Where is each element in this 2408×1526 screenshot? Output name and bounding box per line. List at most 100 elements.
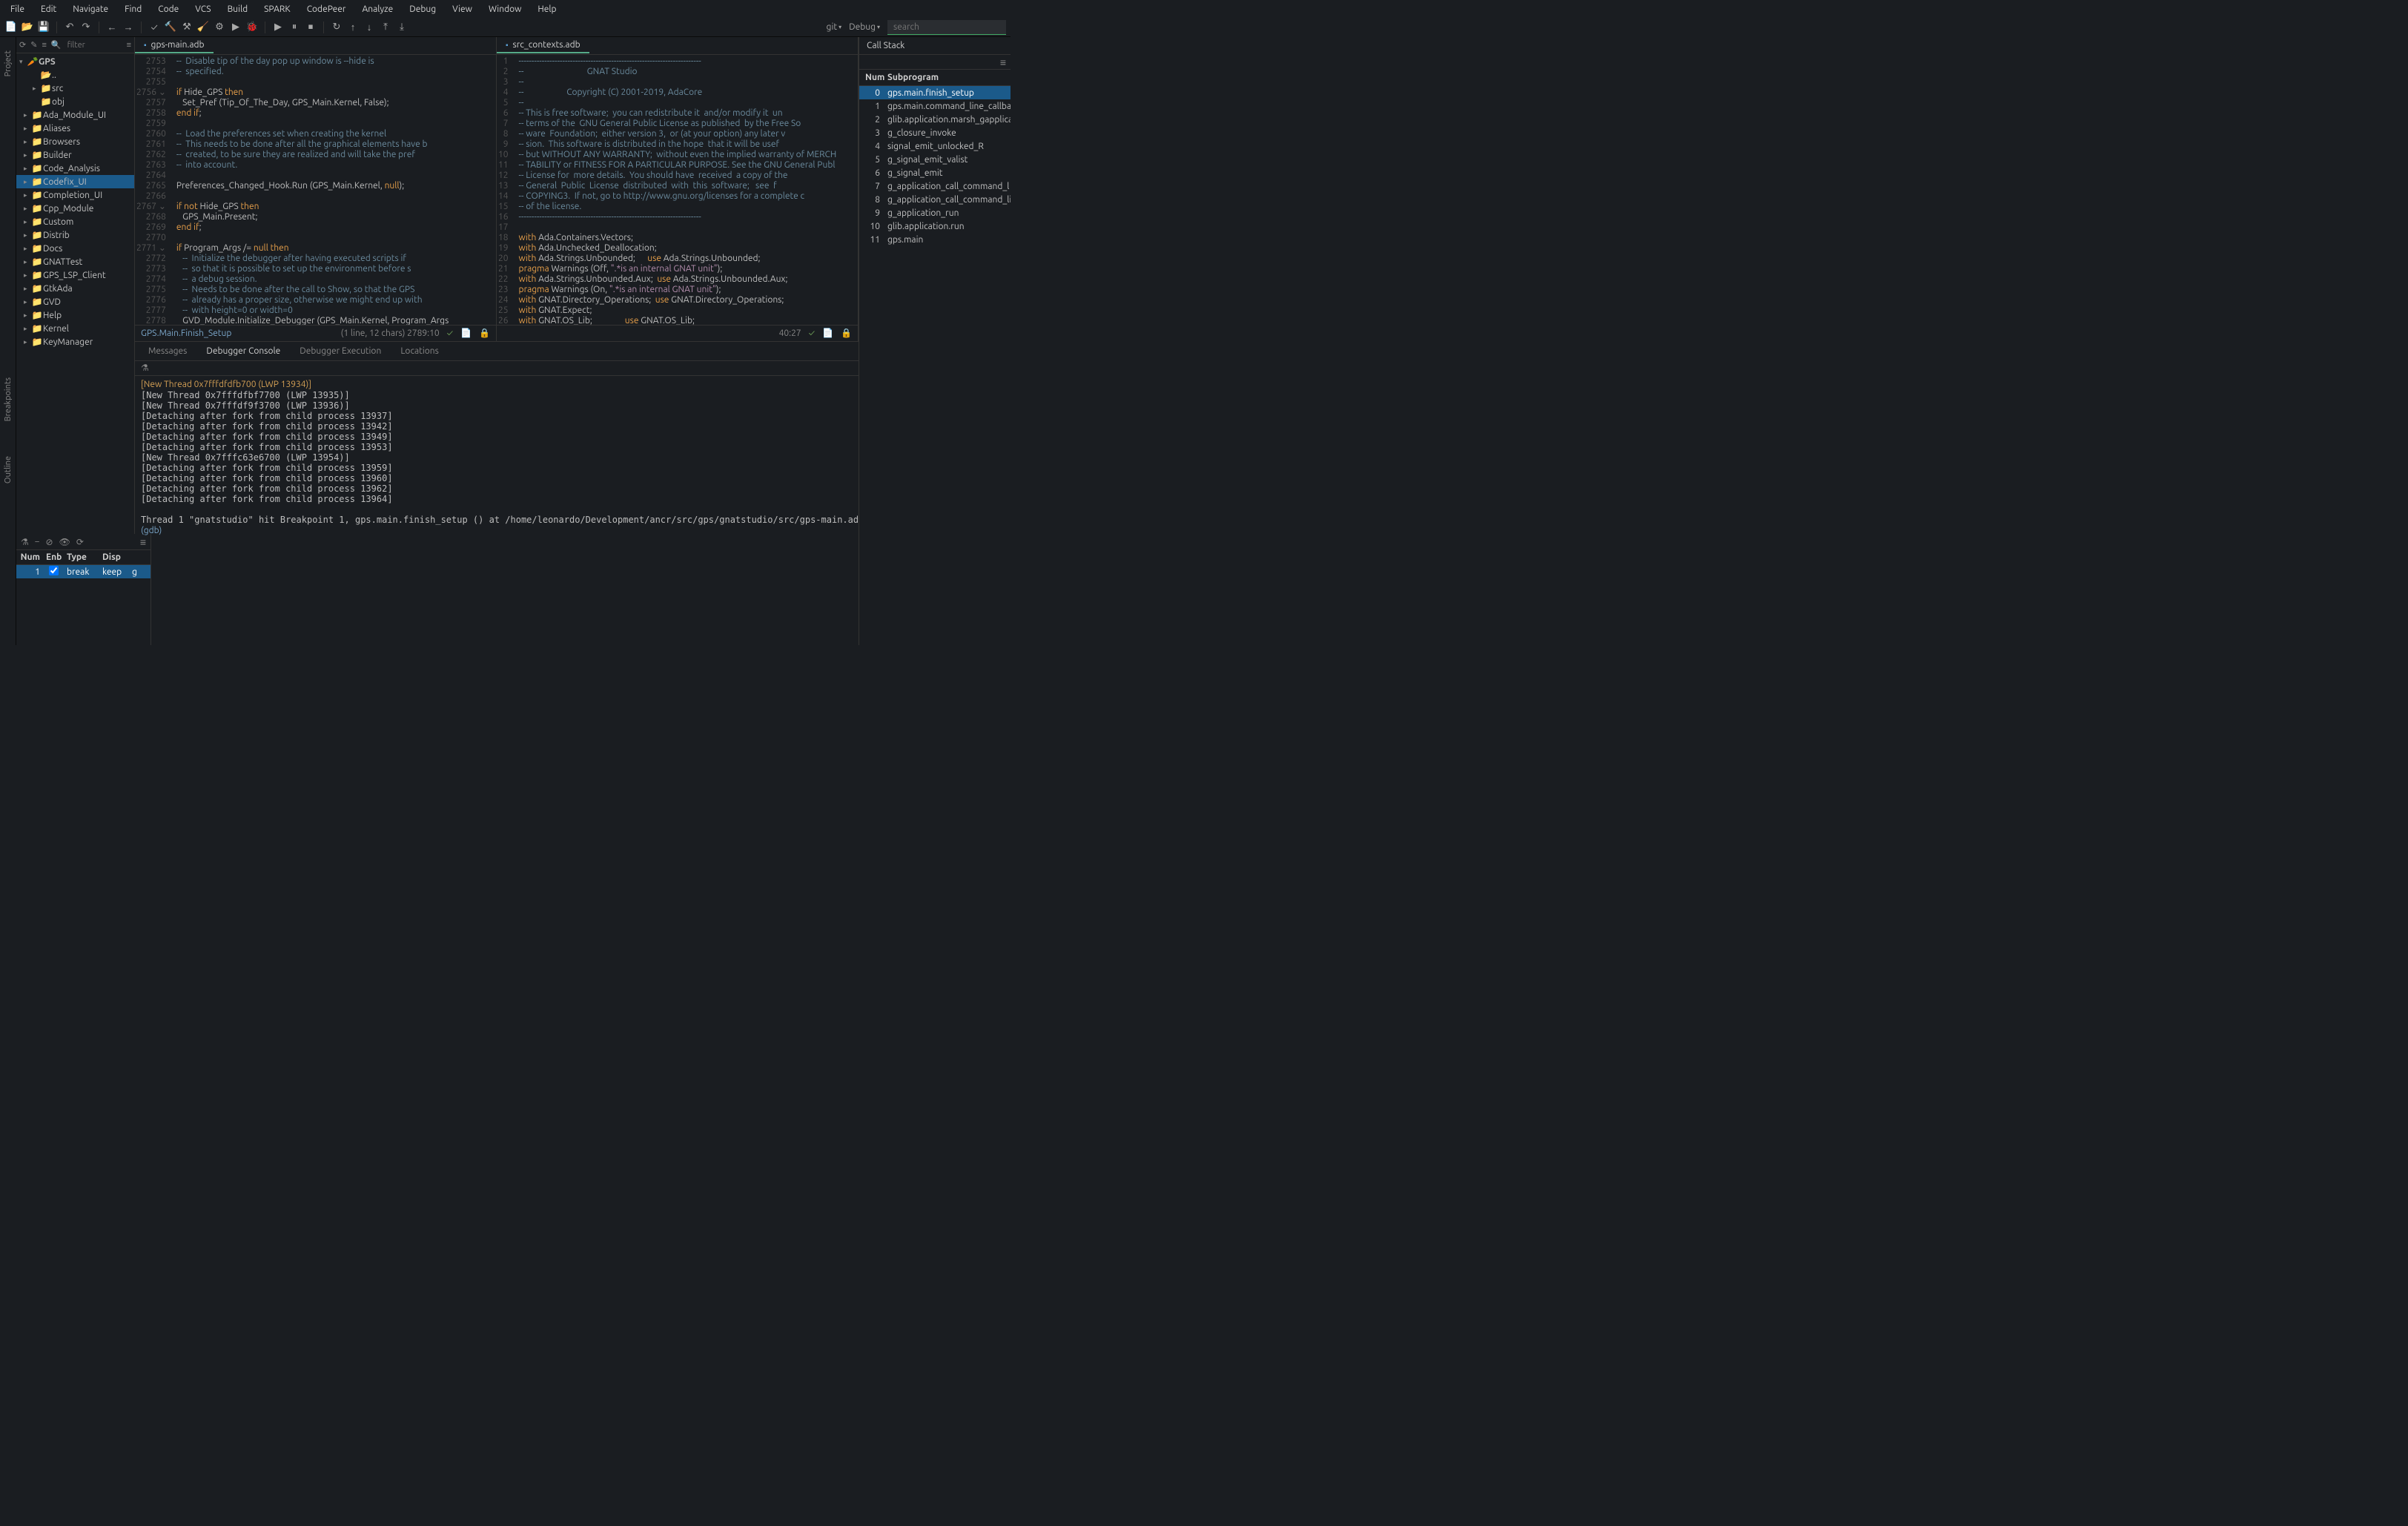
tree-item[interactable]: ▸📁Codefix_UI (16, 175, 134, 188)
open-icon[interactable]: 📂 (21, 21, 34, 34)
tree-item[interactable]: ▸📁Custom (16, 215, 134, 228)
editor-tab[interactable]: ▪ src_contexts.adb (497, 38, 589, 53)
bp-flask-icon[interactable]: ⚗ (21, 537, 29, 547)
tree-item[interactable]: ▸📁Completion_UI (16, 188, 134, 202)
tree-item[interactable]: ▸📁Distrib (16, 228, 134, 242)
search-icon[interactable]: 🔍 (51, 40, 62, 50)
tree-item[interactable]: ▸📁GPS_LSP_Client (16, 268, 134, 282)
step-over-icon[interactable]: ↻ (330, 21, 343, 34)
build-icon[interactable]: 🔨 (164, 21, 177, 34)
mode-selector[interactable]: Debug ▾ (849, 22, 880, 32)
menu-navigate[interactable]: Navigate (65, 3, 116, 16)
stop-icon[interactable]: ⏹ (304, 21, 317, 34)
console-tab[interactable]: Messages (144, 343, 191, 359)
pause-icon[interactable]: ⏸ (288, 21, 301, 34)
tree-item[interactable]: ▸📁Ada_Module_UI (16, 108, 134, 122)
editor-tab[interactable]: ▪ gps-main.adb (135, 38, 214, 53)
console-tab[interactable]: Locations (396, 343, 443, 359)
side-tab-project[interactable]: Project (2, 44, 14, 82)
callstack-row[interactable]: 3g_closure_invoke (859, 126, 1010, 139)
clean-icon[interactable]: 🧹 (196, 21, 210, 34)
menu-file[interactable]: File (3, 3, 32, 16)
check-icon[interactable]: ✓ (148, 21, 161, 34)
step-down-icon[interactable]: ⤓ (395, 21, 408, 34)
step-out-icon[interactable]: ↓ (363, 21, 376, 34)
tree-item[interactable]: ▸📁Browsers (16, 135, 134, 148)
menu-spark[interactable]: SPARK (257, 3, 298, 16)
bp-refresh-icon[interactable]: ⟳ (76, 537, 84, 547)
side-tab-outline[interactable]: Outline (2, 450, 14, 489)
side-tab-breakpoints[interactable]: Breakpoints (2, 371, 14, 427)
menu-icon[interactable]: ≡ (1000, 56, 1006, 68)
menu-vcs[interactable]: VCS (188, 3, 218, 16)
tree-item[interactable]: ▸📁GVD (16, 295, 134, 308)
bp-clear-icon[interactable]: ⊘ (46, 537, 53, 547)
undo-icon[interactable]: ↶ (63, 21, 76, 34)
menu-find[interactable]: Find (117, 3, 149, 16)
breakpoint-row[interactable]: 1 break keep g (16, 565, 150, 578)
callstack-row[interactable]: 7g_application_call_command_l (859, 179, 1010, 193)
collapse-icon[interactable]: ≡ (42, 41, 46, 50)
breakpoint-enabled-checkbox[interactable] (49, 566, 59, 575)
tree-item[interactable]: 📂.. (16, 68, 134, 82)
vcs-selector[interactable]: git ▾ (827, 22, 842, 32)
menu-icon[interactable]: ≡ (127, 41, 131, 50)
debug-icon[interactable]: 🐞 (245, 21, 259, 34)
menu-window[interactable]: Window (481, 3, 529, 16)
global-search-input[interactable] (887, 20, 1006, 35)
code-editor[interactable]: 2753 2754 2755 2756 ⌄ 2757 2758 2759 276… (135, 55, 496, 325)
callstack-row[interactable]: 4signal_emit_unlocked_R (859, 139, 1010, 153)
callstack-row[interactable]: 9g_application_run (859, 206, 1010, 219)
run-icon[interactable]: ▶ (229, 21, 242, 34)
tree-item[interactable]: ▸📁GtkAda (16, 282, 134, 295)
compile-icon[interactable]: ⚙ (213, 21, 226, 34)
save-icon[interactable]: 💾 (37, 21, 50, 34)
menu-analyze[interactable]: Analyze (354, 3, 400, 16)
code-body[interactable]: -- Disable tip of the day pop up window … (171, 55, 496, 325)
callstack-row[interactable]: 6g_signal_emit (859, 166, 1010, 179)
menu-code[interactable]: Code (150, 3, 186, 16)
tree-root[interactable]: ▾🥕GPS (16, 55, 134, 68)
debugger-console[interactable]: [New Thread 0x7fffdfdfb700 (LWP 13934)] … (135, 376, 859, 646)
tree-item[interactable]: 📁obj (16, 95, 134, 108)
tree-item[interactable]: ▸📁GNATTest (16, 255, 134, 268)
menu-codepeer[interactable]: CodePeer (300, 3, 354, 16)
breadcrumb[interactable]: GPS.Main.Finish_Setup (141, 328, 231, 338)
callstack-row[interactable]: 10glib.application.run (859, 219, 1010, 233)
tree-item[interactable]: ▸📁Aliases (16, 122, 134, 135)
console-tab[interactable]: Debugger Console (202, 343, 285, 359)
tree-item[interactable]: ▸📁Code_Analysis (16, 162, 134, 175)
flask-icon[interactable]: ⚗ (141, 363, 149, 373)
tree-item[interactable]: ▸📁Builder (16, 148, 134, 162)
build2-icon[interactable]: ⚒ (180, 21, 194, 34)
forward-icon[interactable]: → (122, 21, 135, 34)
bp-remove-icon[interactable]: − (35, 537, 40, 546)
tree-item[interactable]: ▸📁src (16, 82, 134, 95)
redo-icon[interactable]: ↷ (79, 21, 93, 34)
step-up-icon[interactable]: ⤒ (379, 21, 392, 34)
tree-item[interactable]: ▸📁Help (16, 308, 134, 322)
menu-help[interactable]: Help (530, 3, 563, 16)
callstack-row[interactable]: 1gps.main.command_line_callba (859, 99, 1010, 113)
tree-item[interactable]: ▸📁Docs (16, 242, 134, 255)
menu-edit[interactable]: Edit (33, 3, 64, 16)
menu-debug[interactable]: Debug (402, 3, 443, 16)
callstack-row[interactable]: 5g_signal_emit_valist (859, 153, 1010, 166)
menu-view[interactable]: View (445, 3, 480, 16)
project-tree[interactable]: ▾🥕GPS 📂..▸📁src📁obj▸📁Ada_Module_UI▸📁Alias… (16, 53, 134, 534)
callstack-row[interactable]: 2glib.application.marsh_gapplica (859, 113, 1010, 126)
continue-icon[interactable]: ▶ (271, 21, 285, 34)
tree-item[interactable]: ▸📁Kernel (16, 322, 134, 335)
console-tab[interactable]: Debugger Execution (295, 343, 386, 359)
callstack-row[interactable]: 8g_application_call_command_li (859, 193, 1010, 206)
edit-icon[interactable]: ✎ (30, 40, 37, 50)
new-file-icon[interactable]: 📄 (4, 21, 18, 34)
tree-item[interactable]: ▸📁Cpp_Module (16, 202, 134, 215)
code-editor[interactable]: 1 2 3 4 5 6 7 8 9 10 11 12 13 14 15 16 1… (497, 55, 858, 325)
step-in-icon[interactable]: ↑ (346, 21, 360, 34)
tree-item[interactable]: ▸📁KeyManager (16, 335, 134, 349)
code-body[interactable]: ----------------------------------------… (513, 55, 858, 325)
callstack-row[interactable]: 11gps.main (859, 233, 1010, 246)
project-filter-input[interactable] (66, 40, 103, 50)
menu-build[interactable]: Build (220, 3, 256, 16)
